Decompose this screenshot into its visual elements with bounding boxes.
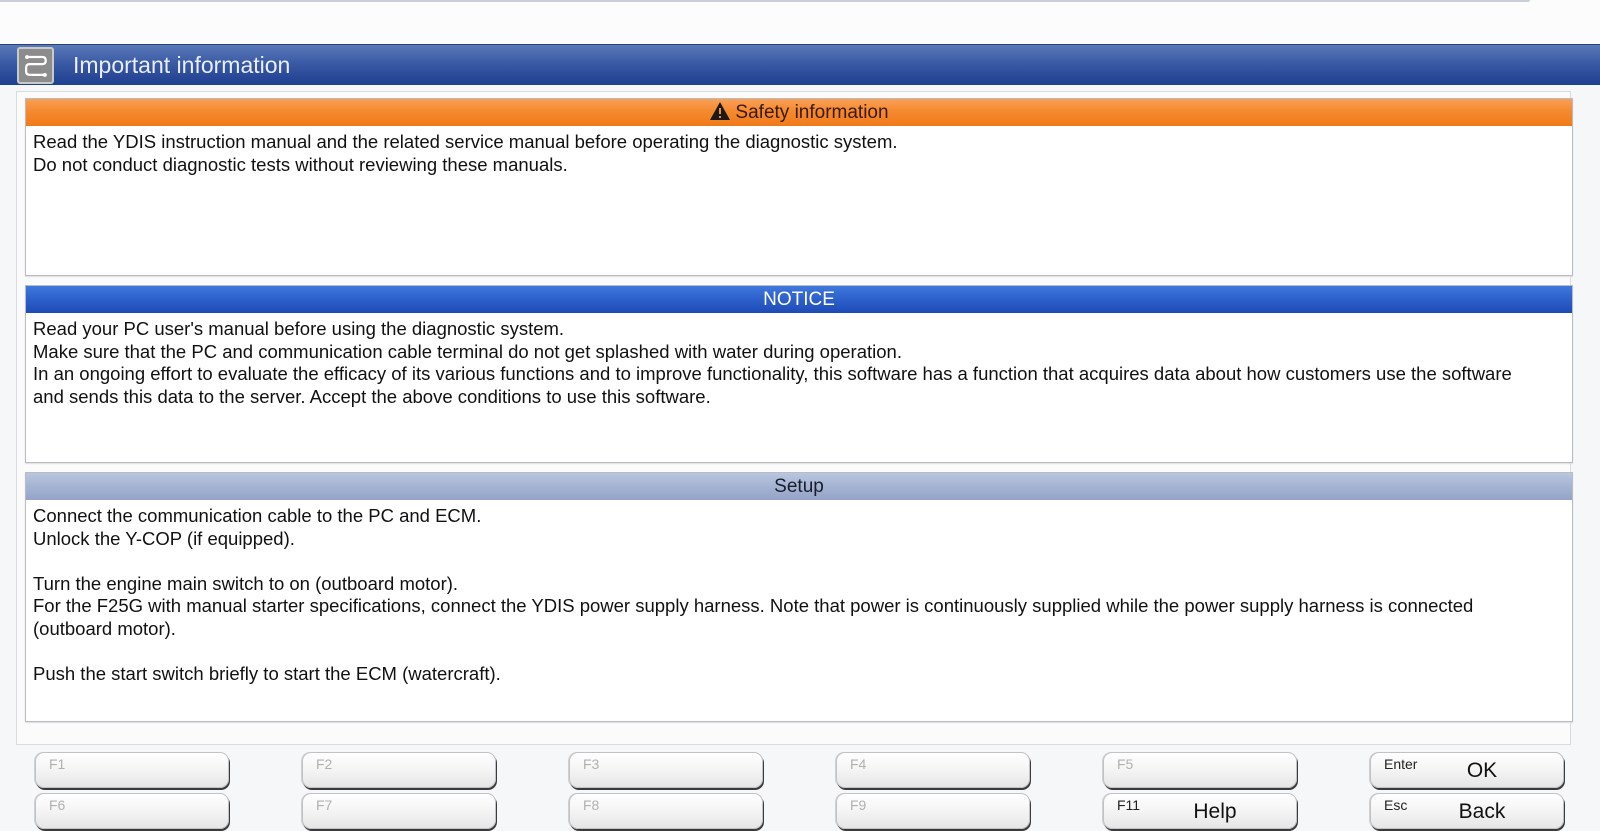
safety-panel: Safety information Read the YDIS instruc… (25, 98, 1573, 276)
title-bar: Important information (0, 44, 1600, 85)
key-hint: F1 (49, 756, 66, 772)
safety-panel-header: Safety information (26, 99, 1572, 126)
function-key-bar: F1 F2 F3 F4 F5 Enter OK F6 F7 F8 F9 F11 He… (0, 752, 1600, 831)
notice-line: Read your PC user's manual before using … (33, 318, 565, 339)
f8-button[interactable]: F8 (569, 793, 763, 829)
key-hint: F2 (316, 756, 333, 772)
notice-panel-header: NOTICE (26, 286, 1572, 313)
key-hint: F9 (850, 797, 867, 813)
f2-button[interactable]: F2 (302, 752, 496, 788)
setup-line: Connect the communication cable to the P… (33, 505, 482, 526)
setup-line: Push the start switch briefly to start t… (33, 662, 501, 684)
safety-header-text: Safety information (735, 102, 889, 123)
setup-line: Turn the engine main switch to on (outbo… (33, 572, 459, 594)
top-strip (0, 0, 1600, 44)
notice-line: Make sure that the PC and communication … (33, 340, 902, 362)
f9-button[interactable]: F9 (836, 793, 1030, 829)
button-label: OK (1466, 759, 1498, 782)
safety-line: Do not conduct diagnostic tests without … (33, 153, 568, 175)
f5-button[interactable]: F5 (1103, 752, 1297, 788)
notice-line: In an ongoing effort to evaluate the eff… (33, 363, 1512, 407)
safety-panel-body: Read the YDIS instruction manual and the… (26, 126, 1572, 181)
f4-button[interactable]: F4 (836, 752, 1030, 788)
setup-panel: Setup Connect the communication cable to… (25, 472, 1573, 722)
setup-panel-header: Setup (26, 473, 1572, 500)
f3-button[interactable]: F3 (569, 752, 763, 788)
ok-button[interactable]: Enter OK (1370, 752, 1564, 788)
warning-triangle-icon (709, 101, 731, 129)
f1-button[interactable]: F1 (35, 752, 229, 788)
notice-panel: NOTICE Read your PC user's manual before… (25, 285, 1573, 463)
notice-panel-body: Read your PC user's manual before using … (26, 313, 1572, 413)
key-hint: F3 (583, 756, 600, 772)
key-hint: F5 (1117, 756, 1134, 772)
content-area: Safety information Read the YDIS instruc… (16, 91, 1573, 745)
key-hint: F4 (850, 756, 867, 772)
button-label: Help (1193, 800, 1237, 823)
setup-panel-body: Connect the communication cable to the P… (26, 500, 1572, 690)
f7-button[interactable]: F7 (302, 793, 496, 829)
back-button[interactable]: Esc Back (1370, 793, 1564, 829)
key-hint: F8 (583, 797, 600, 813)
help-button[interactable]: F11 Help (1103, 793, 1297, 829)
safety-line: Read the YDIS instruction manual and the… (33, 131, 898, 152)
window-title: Important information (73, 52, 291, 78)
setup-line (33, 550, 1565, 573)
key-hint: F7 (316, 797, 333, 813)
setup-line: For the F25G with manual starter specifi… (33, 595, 1474, 639)
setup-line (33, 640, 1565, 663)
top-divider (0, 0, 1530, 2)
key-hint: F6 (49, 797, 66, 813)
button-label: Back (1458, 800, 1506, 823)
app-logo-icon (17, 47, 54, 84)
setup-line: Unlock the Y-COP (if equipped). (33, 527, 295, 549)
f6-button[interactable]: F6 (35, 793, 229, 829)
